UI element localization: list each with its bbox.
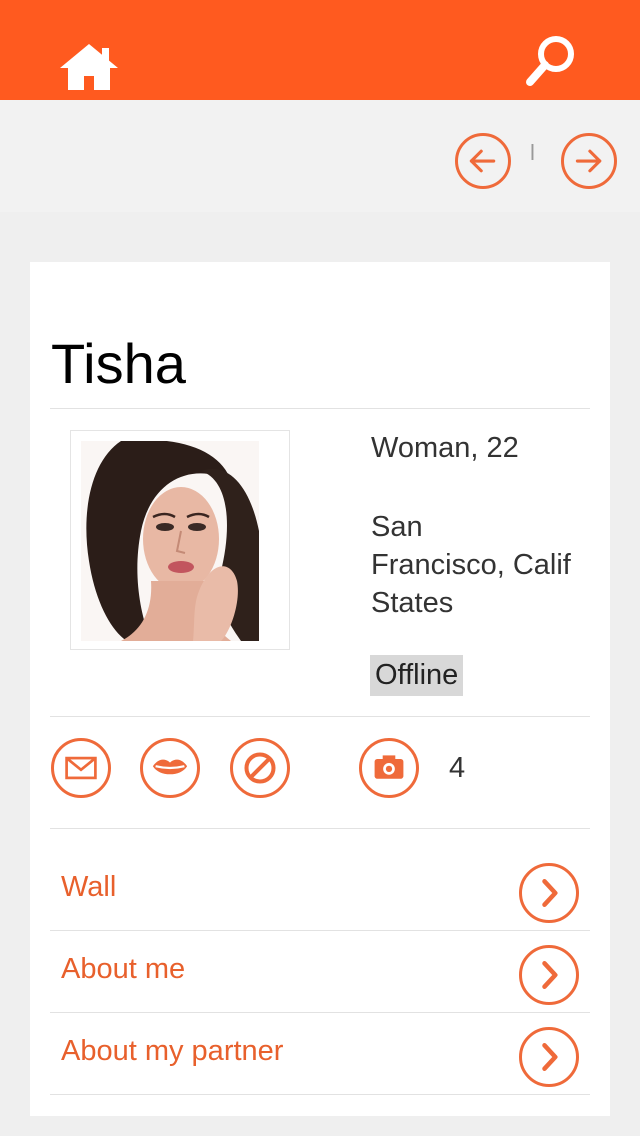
send-message-button[interactable] (51, 738, 111, 798)
location: San Francisco, California, United States (371, 508, 571, 622)
block-icon (244, 752, 276, 784)
top-bar (0, 0, 640, 100)
search-icon[interactable] (520, 32, 580, 90)
divider (50, 408, 590, 409)
kiss-icon (152, 759, 188, 775)
location-line: San (371, 511, 423, 543)
divider (50, 1094, 590, 1095)
next-profile-button[interactable] (561, 133, 617, 189)
gender-age: Woman, 22 (371, 432, 519, 464)
menu-item-label: About me (61, 953, 186, 985)
menu-item-about-my-partner[interactable]: About my partner (50, 1012, 590, 1094)
mail-icon (65, 756, 97, 780)
profile-name: Tisha (51, 332, 186, 395)
previous-profile-button[interactable] (455, 133, 511, 189)
avatar (81, 441, 259, 641)
chevron-right-icon[interactable] (519, 1027, 579, 1087)
chevron-right-icon[interactable] (519, 863, 579, 923)
arrow-right-icon (575, 149, 602, 173)
photo-count: 4 (449, 752, 466, 784)
divider (50, 828, 590, 829)
chevron-right-icon[interactable] (519, 945, 579, 1005)
divider (50, 716, 590, 717)
pager-separator: l (530, 140, 535, 165)
menu-item-wall[interactable]: Wall (50, 848, 590, 930)
menu-item-about-me[interactable]: About me (50, 930, 590, 1012)
location-line: Francisco, California, United (371, 549, 571, 581)
status-badge: Offline (370, 655, 464, 696)
profile-photo[interactable] (70, 430, 290, 650)
photos-button[interactable] (359, 738, 419, 798)
block-user-button[interactable] (230, 738, 290, 798)
camera-icon (374, 755, 404, 779)
arrow-left-icon (469, 149, 496, 173)
home-icon[interactable] (56, 40, 122, 92)
send-kiss-button[interactable] (140, 738, 200, 798)
menu-item-label: Wall (61, 871, 117, 903)
location-line: States (371, 587, 454, 619)
menu-item-label: About my partner (61, 1035, 284, 1067)
pager-bar (0, 100, 640, 212)
